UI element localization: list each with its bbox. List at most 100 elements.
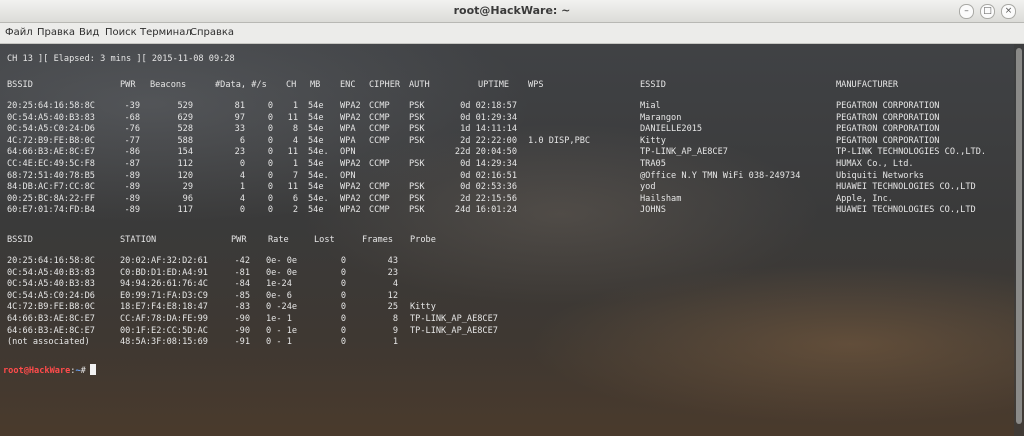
ap-enc: WPA xyxy=(340,135,356,146)
ap-auth: PSK xyxy=(409,159,425,169)
ap-bssid: 4C:72:B9:FE:B8:0C xyxy=(7,135,95,146)
menu-bar: Файл Правка Вид Поиск Терминал Справка xyxy=(0,23,1024,44)
station-station: 94:94:26:61:76:4C xyxy=(120,279,208,290)
close-button[interactable]: × xyxy=(1001,4,1016,19)
ap-bssid: 68:72:51:40:78:B5 xyxy=(7,170,95,181)
ap-header-9: AUTH xyxy=(409,80,430,90)
menu-help[interactable]: Справка xyxy=(190,27,234,38)
station-row: 64:66:B3:AE:8C:E7 00:1F:E2:CC:5D:AC -90 0 -… xyxy=(0,326,1010,337)
station-rate: 0e- 0e xyxy=(266,267,298,278)
status-line: CH 13 ][ Elapsed: 3 mins ][ 2015-11-08 0… xyxy=(7,54,235,64)
station-header-rate: Rate xyxy=(268,235,289,245)
ap-data: 81 xyxy=(234,101,245,111)
ap-manufacturer: Apple, Inc. xyxy=(836,193,893,204)
station-rate: 0 - 1 xyxy=(266,337,292,348)
ap-uptime: 0d 02:16:51 xyxy=(460,170,517,181)
ap-header-8: CIPHER xyxy=(369,80,401,90)
ap-mb: 54e xyxy=(308,159,324,169)
ap-bssid: 20:25:64:16:58:8C xyxy=(7,101,95,111)
station-frames: 9 xyxy=(392,325,398,336)
ap-bssid: 00:25:BC:8A:22:FF xyxy=(7,193,95,204)
terminal-output[interactable]: CH 13 ][ Elapsed: 3 mins ][ 2015-11-08 0… xyxy=(0,44,1024,436)
ap-pwr: -89 xyxy=(124,182,140,193)
ap-row: 0C:54:A5:40:B3:83 -68 629 97 0 11 54e WPA2 CCMP P… xyxy=(0,113,1010,124)
station-lost: 0 xyxy=(340,302,346,313)
ap-pwr: -89 xyxy=(124,205,140,216)
ap-enc: WPA2 xyxy=(340,182,361,193)
station-rate: 0 -24e xyxy=(266,302,298,313)
maximize-button[interactable]: □ xyxy=(980,4,995,19)
ap-per-second: 0 xyxy=(267,159,273,169)
station-pwr: -90 xyxy=(234,314,250,324)
ap-manufacturer: PEGATRON CORPORATION xyxy=(836,135,940,146)
minimize-button[interactable]: – xyxy=(959,4,974,19)
ap-uptime: 0d 02:53:36 xyxy=(460,182,517,193)
station-rate: 1e- 1 xyxy=(266,314,292,324)
ap-per-second: 0 xyxy=(267,170,273,181)
ap-data: 97 xyxy=(234,112,245,123)
ap-uptime: 24d 16:01:24 xyxy=(454,205,517,216)
ap-data: 0 xyxy=(239,205,245,216)
ap-auth: PSK xyxy=(409,101,425,111)
menu-view[interactable]: Вид xyxy=(79,27,99,38)
ap-beacons: 528 xyxy=(177,124,193,135)
menu-terminal[interactable]: Терминал xyxy=(140,27,192,38)
ap-essid: Hailsham xyxy=(640,193,682,204)
prompt-user-host: root@HackWare xyxy=(3,366,71,376)
station-lost: 0 xyxy=(340,256,346,266)
maximize-icon: □ xyxy=(983,6,992,16)
ap-header-2: PWR xyxy=(120,80,136,90)
station-frames: 1 xyxy=(392,337,398,348)
ap-pwr: -89 xyxy=(124,193,140,204)
ap-row: CC:4E:EC:49:5C:F8 -87 112 0 0 1 54e WPA2 CCMP PSK… xyxy=(0,159,1010,170)
ap-pwr: -39 xyxy=(124,101,140,111)
menu-file[interactable]: Файл xyxy=(5,27,33,38)
ap-uptime: 2d 22:22:00 xyxy=(460,135,517,146)
station-lost: 0 xyxy=(340,279,346,290)
ap-cipher: CCMP xyxy=(369,101,390,111)
station-probe: Kitty xyxy=(410,302,436,313)
scrollbar[interactable] xyxy=(1014,44,1024,436)
ap-manufacturer: PEGATRON CORPORATION xyxy=(836,101,940,111)
title-bar[interactable]: root@HackWare: ~ – □ × xyxy=(0,0,1024,23)
ap-header-1: BSSID xyxy=(7,80,33,90)
ap-header-7: ENC xyxy=(340,80,356,90)
ap-manufacturer: TP-LINK TECHNOLOGIES CO.,LTD. xyxy=(836,147,987,158)
menu-edit[interactable]: Правка xyxy=(37,27,75,38)
menu-search[interactable]: Поиск xyxy=(105,27,137,38)
ap-beacons: 154 xyxy=(177,147,193,158)
station-station: E0:99:71:FA:D3:C9 xyxy=(120,290,208,301)
ap-channel: 11 xyxy=(287,147,298,158)
station-pwr: -83 xyxy=(234,302,250,313)
ap-wps: 1.0 DISP,PBC xyxy=(528,135,591,146)
ap-essid: @Office N.Y TMN WiFi 038-249734 xyxy=(640,170,801,181)
station-header-row: BSSID STATION PWR Rate Lost Frames Probe xyxy=(0,235,1010,246)
ap-mb: 54e xyxy=(308,182,324,193)
shell-prompt[interactable]: root@HackWare:~# xyxy=(3,364,96,376)
ap-enc: WPA2 xyxy=(340,112,361,123)
ap-row: 60:E7:01:74:FD:B4 -89 117 0 0 2 54e WPA2 CCMP PSK… xyxy=(0,205,1010,216)
station-station: C0:BD:D1:ED:A4:91 xyxy=(120,267,208,278)
ap-manufacturer: HUAWEI TECHNOLOGIES CO.,LTD xyxy=(836,182,976,193)
terminal-window: root@HackWare: ~ – □ × Файл Правка Вид П… xyxy=(0,0,1024,436)
ap-pwr: -89 xyxy=(124,170,140,181)
station-probe: TP-LINK_AP_AE8CE7 xyxy=(410,314,498,324)
ap-header-10: UPTIME xyxy=(478,80,510,90)
ap-header-4: #Data, #/s xyxy=(215,80,267,90)
ap-manufacturer: PEGATRON CORPORATION xyxy=(836,112,940,123)
ap-essid: Kitty xyxy=(640,135,666,146)
text-cursor xyxy=(89,364,96,375)
ap-data: 6 xyxy=(239,135,245,146)
station-station: 18:E7:F4:E8:18:47 xyxy=(120,302,208,313)
ap-row: 68:72:51:40:78:B5 -89 120 4 0 7 54e. OPN 0d 02:1… xyxy=(0,171,1010,182)
station-bssid: 64:66:B3:AE:8C:E7 xyxy=(7,314,95,324)
station-frames: 25 xyxy=(387,302,398,313)
ap-row: 84:DB:AC:F7:CC:8C -89 29 1 0 11 54e WPA2 CCMP PSK… xyxy=(0,182,1010,193)
ap-uptime: 0d 02:18:57 xyxy=(460,101,517,111)
station-header-bssid: BSSID xyxy=(7,235,33,245)
station-lost: 0 xyxy=(340,267,346,278)
ap-bssid: 64:66:B3:AE:8C:E7 xyxy=(7,147,95,158)
ap-manufacturer: PEGATRON CORPORATION xyxy=(836,124,940,135)
scrollbar-thumb[interactable] xyxy=(1016,48,1022,424)
ap-essid: TP-LINK_AP_AE8CE7 xyxy=(640,147,728,158)
